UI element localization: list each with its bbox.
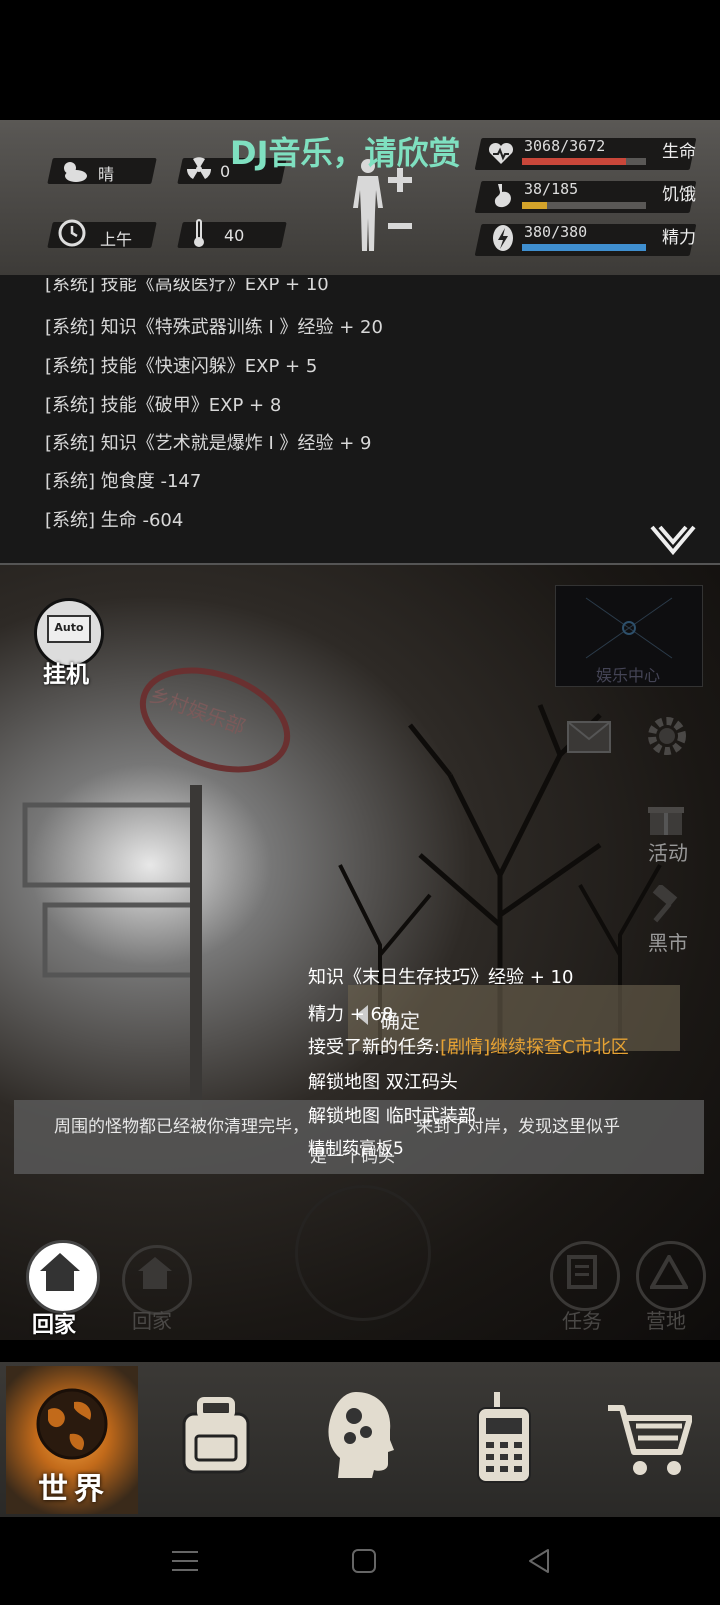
sign-silhouette (22, 667, 291, 1135)
energy-bolt-icon (493, 225, 513, 251)
black-market-label[interactable]: 黑市 (648, 927, 688, 956)
hunger-label: 饥饿 (662, 185, 696, 205)
log-line: [系统] 生命 -604 (45, 510, 184, 531)
camp-tent-icon (650, 1255, 688, 1289)
auto-icon: Auto (47, 615, 91, 643)
reward-text: 接受了新的任务: (308, 1037, 441, 1058)
weather-sun-cloud-icon (64, 162, 87, 182)
time-value: 上午 (100, 230, 133, 249)
tab-world-label: 世界 (38, 1472, 110, 1507)
log-line: [系统] 饱食度 -147 (45, 471, 202, 492)
entertainment-target-icon (585, 597, 673, 659)
energy-text: 380/380 (524, 223, 588, 241)
temperature-value: 40 (224, 226, 245, 245)
nav-home-icon[interactable] (351, 1548, 377, 1574)
reward-highlight: [剧情]继续探查C市北区 (440, 1037, 629, 1058)
thermometer-icon (194, 219, 204, 247)
task-label[interactable]: 任务 (562, 1305, 602, 1334)
entertainment-center-label: 娱乐中心 (596, 666, 661, 685)
log-line: [系统] 知识《特殊武器训练 I 》经验 + 20 (45, 317, 383, 338)
tab-skills-head-icon[interactable] (326, 1390, 394, 1480)
reward-line: 解锁地图 双江码头 (308, 1072, 458, 1093)
reward-overlap-line: 精制药膏板5 (308, 1139, 404, 1159)
auto-label[interactable]: 挂机 (43, 655, 89, 689)
energy-bar (522, 244, 646, 251)
hunger-bar-fill (522, 202, 548, 209)
nav-menu-icon[interactable] (172, 1549, 198, 1573)
weather-value: 晴 (98, 165, 115, 184)
tab-radio-icon[interactable] (474, 1392, 534, 1484)
health-bar (522, 158, 646, 165)
entertainment-center-button[interactable]: 娱乐中心 (555, 585, 703, 687)
radiation-icon (186, 157, 212, 179)
log-line: [系统] 技能《破甲》EXP + 8 (45, 395, 282, 416)
bottom-tab-bar: 世界 (0, 1362, 720, 1517)
home-icon (40, 1253, 80, 1291)
energy-bar-fill (522, 244, 646, 251)
nav-back-icon[interactable] (526, 1548, 552, 1574)
stomach-icon (494, 184, 511, 208)
hunger-text: 38/185 (524, 180, 579, 198)
radiation-value: 0 (220, 162, 231, 181)
compass-dial (295, 1185, 431, 1321)
energy-label: 精力 (662, 228, 696, 248)
reward-line: 解锁地图 临时武装部 (308, 1106, 476, 1127)
dj-music-overlay-title: DJ音乐，请欣赏 (230, 134, 461, 172)
home-faded-icon (138, 1257, 172, 1289)
clock-icon (58, 219, 86, 247)
settings-gear-icon[interactable] (644, 713, 690, 759)
log-line: [系统] 技能《快速闪躲》EXP + 5 (45, 356, 318, 377)
reward-line: 接受了新的任务:[剧情]继续探查C市北区 (308, 1033, 629, 1059)
reward-line: 知识《末日生存技巧》经验 + 10 (308, 967, 574, 988)
activity-label[interactable]: 活动 (648, 837, 688, 866)
home-label[interactable]: 回家 (32, 1307, 76, 1339)
scene-area: 乡村娱乐部 Auto 挂机 娱乐中心 活动 黑市 确定 回家 回家 任务 营地 (0, 565, 720, 1340)
expand-chevron-icon[interactable] (650, 525, 696, 555)
tab-backpack-icon[interactable] (178, 1396, 254, 1478)
system-nav-bar (0, 1517, 720, 1605)
auction-hammer-icon[interactable] (646, 885, 686, 925)
home-faded-label: 回家 (132, 1309, 172, 1333)
gift-icon[interactable] (646, 797, 686, 837)
health-label: 生命 (662, 142, 696, 162)
heart-icon (488, 142, 514, 164)
tab-shop-cart-icon[interactable] (606, 1402, 692, 1478)
camp-label[interactable]: 营地 (646, 1305, 686, 1334)
health-bar-fill (522, 158, 626, 165)
reward-line: 精力 + 68 (308, 1004, 394, 1025)
mail-icon[interactable] (566, 720, 612, 754)
system-log-panel[interactable]: [系统] 技能《高级医疗》EXP + 10 [系统] 知识《特殊武器训练 I 》… (0, 275, 720, 565)
globe-icon (36, 1388, 108, 1460)
hunger-bar (522, 202, 646, 209)
health-text: 3068/3672 (524, 137, 606, 155)
notice-line1-a: 周围的怪物都已经被你清理完毕， (54, 1117, 309, 1137)
log-line: [系统] 知识《艺术就是爆炸 I 》经验 + 9 (45, 433, 372, 454)
minus-icon[interactable] (388, 222, 412, 230)
task-clipboard-icon (567, 1255, 597, 1289)
tab-world[interactable]: 世界 (6, 1366, 138, 1514)
